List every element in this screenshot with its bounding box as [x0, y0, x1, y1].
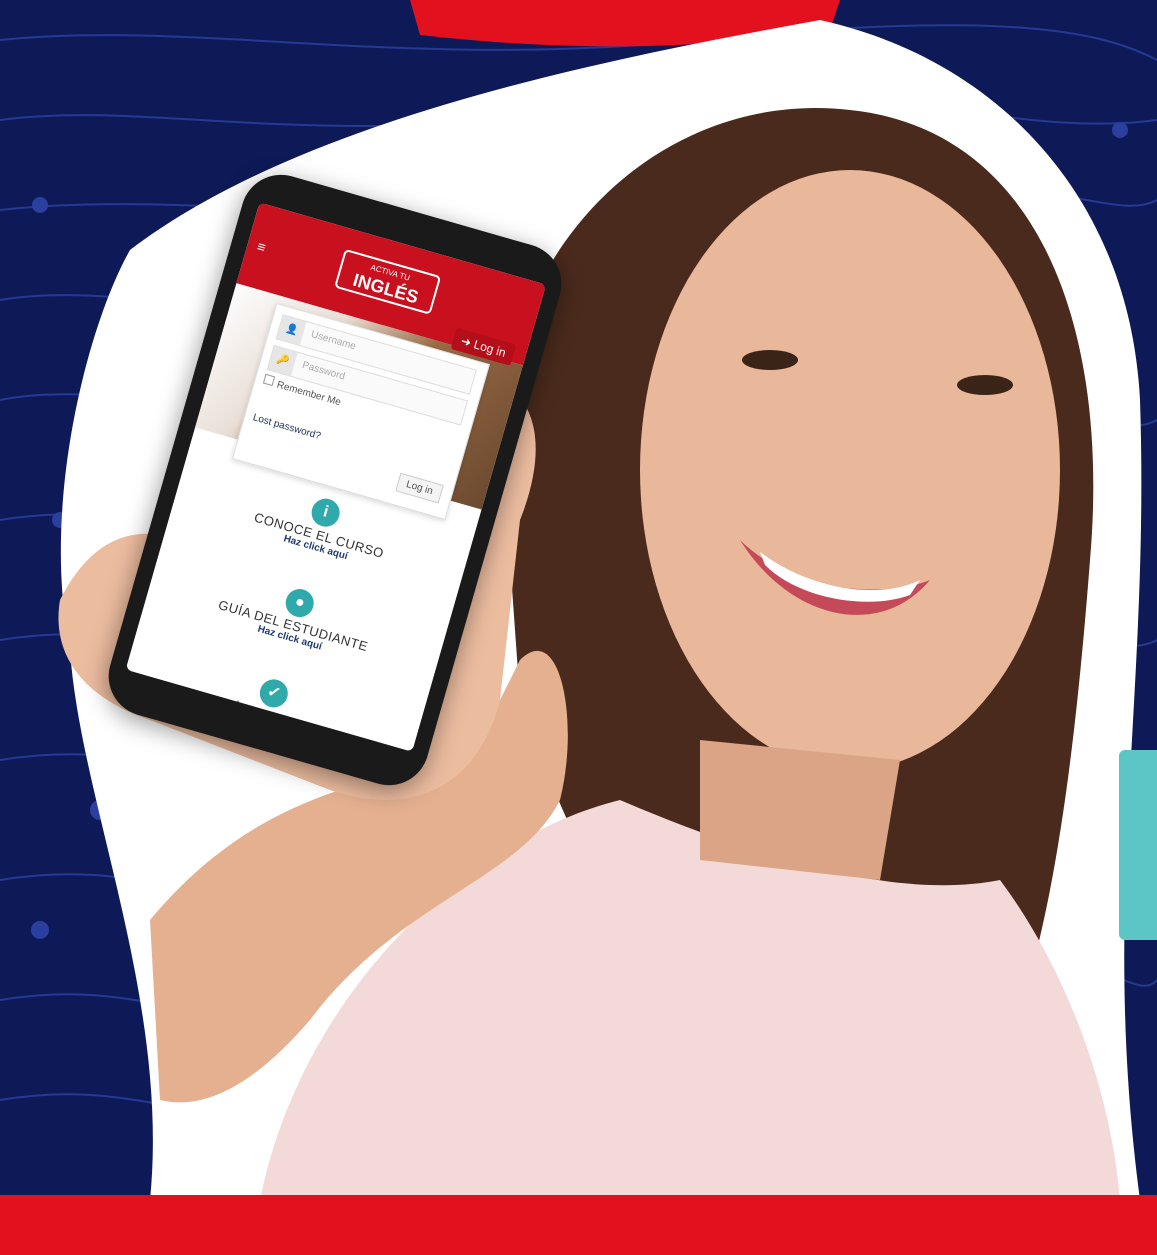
info-icon: i	[308, 495, 343, 530]
lost-password-link[interactable]: Lost password?	[252, 412, 322, 442]
phone-body: ≡ ACTIVA TU INGLÉS ➜ Log in 👤 Username 🔑…	[99, 165, 571, 795]
user-icon: 👤	[276, 315, 307, 346]
check-icon: ✓	[256, 676, 292, 711]
hamburger-menu-icon[interactable]: ≡	[255, 238, 267, 256]
user-icon: ●	[282, 585, 318, 621]
phone-screen: ≡ ACTIVA TU INGLÉS ➜ Log in 👤 Username 🔑…	[125, 202, 547, 752]
phone: ≡ ACTIVA TU INGLÉS ➜ Log in 👤 Username 🔑…	[90, 90, 571, 795]
login-button[interactable]: Log in	[395, 472, 444, 504]
app-logo: ACTIVA TU INGLÉS	[335, 250, 441, 314]
teal-side-tab	[1119, 750, 1157, 940]
bottom-red-band	[0, 1195, 1157, 1255]
key-icon: 🔑	[267, 346, 298, 376]
